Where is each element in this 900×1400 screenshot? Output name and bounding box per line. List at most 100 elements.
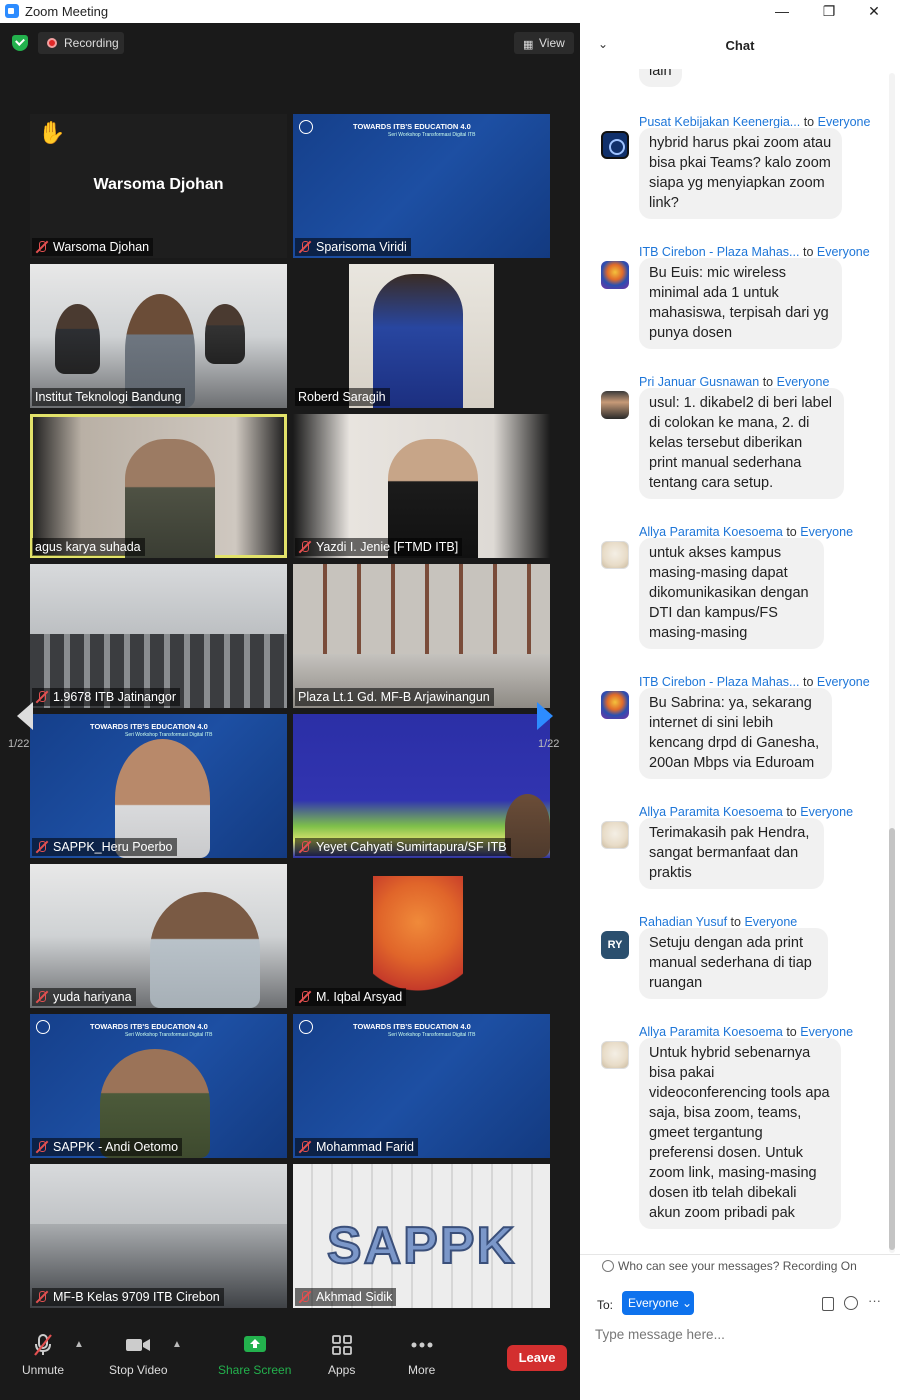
recording-indicator[interactable]: Recording xyxy=(38,32,124,54)
title-bar: Zoom Meeting — ❐ ✕ xyxy=(0,0,900,23)
video-tile[interactable]: TOWARDS ITB'S EDUCATION 4.0 Seri Worksho… xyxy=(30,1014,287,1158)
encryption-shield-icon[interactable] xyxy=(12,35,28,51)
participant-name: SAPPK - Andi Oetomo xyxy=(53,1140,179,1154)
video-tile[interactable]: yuda hariyana xyxy=(30,864,287,1008)
file-icon[interactable] xyxy=(822,1297,834,1311)
video-tile[interactable]: Roberd Saragih xyxy=(293,264,550,408)
avatar: RY xyxy=(601,931,629,959)
muted-mic-icon xyxy=(35,990,49,1004)
participant-name-bar: Yazdi I. Jenie [FTMD ITB] xyxy=(295,538,463,556)
banner-title: TOWARDS ITB'S EDUCATION 4.0 xyxy=(353,122,471,131)
video-tile[interactable]: TOWARDS ITB'S EDUCATION 4.0 Seri Worksho… xyxy=(293,114,550,258)
video-tile[interactable]: Plaza Lt.1 Gd. MF-B Arjawinangun xyxy=(293,564,550,708)
sender-name[interactable]: ITB Cirebon - Plaza Mahas... xyxy=(639,675,799,689)
chat-message-list[interactable]: lain Pusat Kebijakan Keenergia... to Eve… xyxy=(580,69,900,1254)
video-options-caret-icon[interactable]: ▲ xyxy=(172,1339,182,1350)
banner-subtitle: Seri Workshop Transformasi Digital ITB xyxy=(388,1032,476,1038)
recipient-name: Everyone xyxy=(744,915,798,929)
raised-hand-icon: ✋ xyxy=(38,120,66,145)
sender-name[interactable]: Rahadian Yusuf xyxy=(639,915,727,929)
video-tile-active-speaker[interactable]: agus karya suhada xyxy=(30,414,287,558)
participant-name-bar: M. Iqbal Arsyad xyxy=(295,988,407,1006)
recipient-name: Everyone xyxy=(800,805,854,819)
sender-name[interactable]: Pusat Kebijakan Keenergia... xyxy=(639,115,800,129)
stop-video-label: Stop Video xyxy=(109,1363,168,1377)
video-tile[interactable]: MF-B Kelas 9709 ITB Cirebon xyxy=(30,1164,287,1308)
message-bubble: usul: 1. dikabel2 di beri label di colok… xyxy=(639,388,844,499)
more-dots-icon xyxy=(409,1333,435,1357)
participant-name: yuda hariyana xyxy=(53,990,132,1004)
participant-name-bar: SAPPK_Heru Poerbo xyxy=(32,838,177,856)
participant-name-bar: agus karya suhada xyxy=(32,538,145,556)
maximize-button[interactable]: ❐ xyxy=(817,2,841,20)
more-options-icon[interactable]: ··· xyxy=(868,1293,881,1308)
to-word: to xyxy=(803,115,815,129)
to-word: to xyxy=(786,1025,797,1039)
close-button[interactable]: ✕ xyxy=(862,2,886,20)
apps-button[interactable]: Apps xyxy=(328,1333,355,1377)
window-title: Zoom Meeting xyxy=(25,4,109,19)
share-screen-label: Share Screen xyxy=(218,1363,292,1377)
to-word: to xyxy=(730,915,741,929)
leave-button[interactable]: Leave xyxy=(507,1345,567,1371)
previous-page-button[interactable]: 1/22 xyxy=(8,688,40,766)
unmute-label: Unmute xyxy=(22,1363,65,1377)
muted-mic-icon xyxy=(35,840,49,854)
top-status-bar: Recording ▦ View xyxy=(0,23,580,63)
recipient-name: Everyone xyxy=(816,245,870,259)
participant-name: SAPPK_Heru Poerbo xyxy=(53,840,173,854)
chat-scrollbar[interactable] xyxy=(889,73,895,1253)
participant-figure xyxy=(505,794,550,858)
sender-name[interactable]: Pri Januar Gusnawan xyxy=(639,375,759,389)
recipient-name: Everyone xyxy=(776,375,830,389)
video-tile[interactable]: Institut Teknologi Bandung xyxy=(30,264,287,408)
video-tile[interactable]: 1.9678 ITB Jatinangor xyxy=(30,564,287,708)
sender-name[interactable]: Allya Paramita Koesoema xyxy=(639,805,783,819)
participant-name: Roberd Saragih xyxy=(298,390,386,404)
participant-name: Institut Teknologi Bandung xyxy=(35,390,182,404)
video-tile[interactable]: Yeyet Cahyati Sumirtapura/SF ITB xyxy=(293,714,550,858)
chat-scrollbar-thumb[interactable] xyxy=(889,828,895,1250)
sender-name[interactable]: Allya Paramita Koesoema xyxy=(639,1025,783,1039)
apps-icon xyxy=(329,1333,355,1357)
avatar xyxy=(601,261,629,289)
video-tile[interactable]: SAPPK Akhmad Sidik xyxy=(293,1164,550,1308)
chat-header: ⌄ Chat xyxy=(580,23,900,69)
muted-mic-icon xyxy=(298,990,312,1004)
stop-video-button[interactable]: Stop Video xyxy=(109,1333,168,1377)
recipient-name: Everyone xyxy=(800,1025,854,1039)
sender-name[interactable]: Allya Paramita Koesoema xyxy=(639,525,783,539)
video-tile[interactable]: TOWARDS ITB'S EDUCATION 4.0 Seri Worksho… xyxy=(293,1014,550,1158)
video-tile[interactable]: TOWARDS ITB'S EDUCATION 4.0 Seri Worksho… xyxy=(30,714,287,858)
participant-name-bar: yuda hariyana xyxy=(32,988,136,1006)
participant-name-bar: Mohammad Farid xyxy=(295,1138,418,1156)
view-button[interactable]: ▦ View xyxy=(514,32,574,54)
video-tile[interactable]: M. Iqbal Arsyad xyxy=(293,864,550,1008)
who-can-see-link[interactable]: Who can see your messages? Recording On xyxy=(618,1259,857,1273)
audio-options-caret-icon[interactable]: ▲ xyxy=(74,1339,84,1350)
hall-columns xyxy=(293,564,550,654)
video-tile[interactable]: ✋ Warsoma Djohan Warsoma Djohan xyxy=(30,114,287,258)
banner-title: TOWARDS ITB'S EDUCATION 4.0 xyxy=(90,722,208,731)
minimize-button[interactable]: — xyxy=(770,2,794,20)
to-word: to xyxy=(762,375,774,389)
participant-name: Yeyet Cahyati Sumirtapura/SF ITB xyxy=(316,840,507,854)
emoji-icon[interactable] xyxy=(844,1296,858,1310)
participant-name-bar: Akhmad Sidik xyxy=(295,1288,397,1306)
unmute-button[interactable]: Unmute xyxy=(22,1333,64,1377)
next-page-button[interactable]: 1/22 xyxy=(530,688,560,766)
recipient-select[interactable]: Everyone ⌄ xyxy=(622,1291,694,1315)
message-sender-line: Pusat Kebijakan Keenergia... to Everyone xyxy=(639,115,870,129)
sappk-wordmark: SAPPK xyxy=(326,1216,517,1276)
participant-name: Akhmad Sidik xyxy=(316,1290,393,1304)
video-tile[interactable]: Yazdi I. Jenie [FTMD ITB] xyxy=(293,414,550,558)
share-screen-button[interactable]: Share Screen xyxy=(218,1333,291,1377)
message-bubble: Bu Sabrina: ya, sekarang internet di sin… xyxy=(639,688,832,779)
muted-mic-icon xyxy=(298,840,312,854)
recording-dot-icon xyxy=(47,38,57,48)
message-bubble: untuk akses kampus masing-masing dapat d… xyxy=(639,538,824,649)
sender-name[interactable]: ITB Cirebon - Plaza Mahas... xyxy=(639,245,799,259)
more-button[interactable]: More xyxy=(408,1333,435,1377)
itb-logo-icon xyxy=(299,1020,313,1034)
chat-message-input[interactable] xyxy=(595,1323,885,1345)
